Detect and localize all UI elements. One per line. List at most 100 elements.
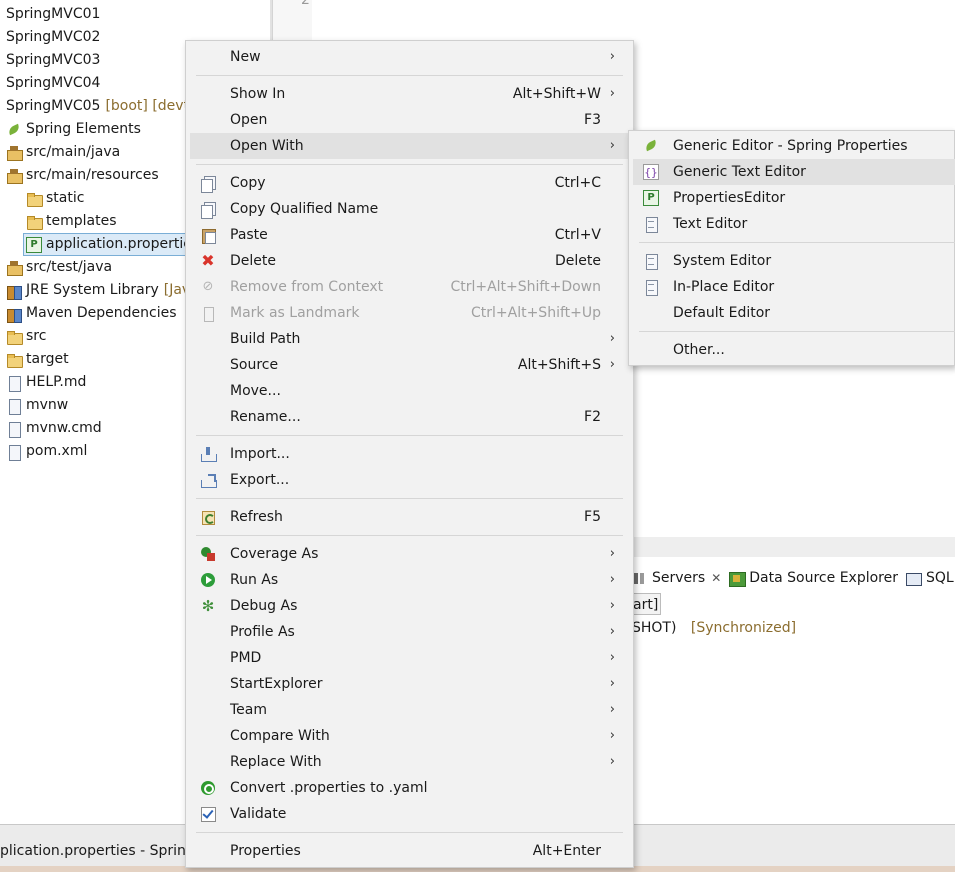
menu-item-rename[interactable]: Rename... F2 (190, 404, 629, 430)
menu-item-move[interactable]: Move... (190, 378, 629, 404)
tree-item-label: Maven Dependencies (26, 305, 177, 321)
tree-item-spring-elements[interactable]: Spring Elements (6, 118, 141, 141)
submenu-item-properties-editor[interactable]: P PropertiesEditor (633, 185, 955, 211)
menu-item-delete[interactable]: ✖ Delete Delete (190, 248, 629, 274)
tab-label: Data Source Explorer (749, 570, 898, 586)
open-with-submenu: Generic Editor - Spring Properties {} Ge… (628, 130, 955, 366)
menu-shortcut: F5 (584, 509, 601, 525)
menu-item-team[interactable]: Team › (190, 697, 629, 723)
menu-item-replace-with[interactable]: Replace With › (190, 749, 629, 775)
tree-item-target[interactable]: target (6, 348, 69, 371)
tab-label: Servers (652, 570, 706, 586)
tree-item-springmvc02[interactable]: SpringMVC02 (6, 26, 100, 49)
tree-item-help-md[interactable]: HELP.md (6, 371, 86, 394)
tree-item-mvnw[interactable]: mvnw (6, 394, 68, 417)
menu-item-open-with[interactable]: Open With › (190, 133, 629, 159)
tab-data-source-explorer[interactable]: Data Source Explorer (729, 570, 898, 587)
tree-item-mvnw-cmd[interactable]: mvnw.cmd (6, 417, 102, 440)
close-icon[interactable]: ✕ (711, 571, 721, 585)
tree-item-label: target (26, 351, 69, 367)
tree-item-templates[interactable]: templates (26, 210, 117, 233)
menu-item-startexplorer[interactable]: StartExplorer › (190, 671, 629, 697)
line-number: 2 (301, 0, 310, 8)
tree-item-static[interactable]: static (26, 187, 84, 210)
menu-item-open[interactable]: Open F3 (190, 107, 629, 133)
menu-item-copy[interactable]: Copy Ctrl+C (190, 170, 629, 196)
menu-item-export[interactable]: Export... (190, 467, 629, 493)
menu-item-refresh[interactable]: Refresh F5 (190, 504, 629, 530)
submenu-arrow-icon: › (609, 728, 615, 743)
tree-item-label: JRE System Library (26, 282, 159, 298)
menu-item-debug-as[interactable]: ✻ Debug As › (190, 593, 629, 619)
submenu-item-system-editor[interactable]: System Editor (633, 248, 955, 274)
submenu-item-text-editor[interactable]: Text Editor (633, 211, 955, 237)
tab-servers[interactable]: Servers ✕ (632, 570, 721, 586)
menu-item-compare-with[interactable]: Compare With › (190, 723, 629, 749)
tree-item-src[interactable]: src (6, 325, 46, 348)
submenu-item-generic-text-editor[interactable]: {} Generic Text Editor (633, 159, 955, 185)
server-module-row[interactable]: SHOT) [Synchronized] (632, 617, 796, 639)
submenu-item-in-place-editor[interactable]: In-Place Editor (633, 274, 955, 300)
editor-line-gutter: 2 (272, 0, 312, 40)
menu-label: Refresh (230, 509, 283, 525)
file-icon (6, 398, 22, 415)
menu-item-pmd[interactable]: PMD › (190, 645, 629, 671)
submenu-arrow-icon: › (609, 624, 615, 639)
menu-shortcut: Alt+Shift+S (517, 357, 601, 373)
menu-label: In-Place Editor (673, 279, 775, 295)
tree-item-jre-system-library[interactable]: JRE System Library [Java (6, 279, 199, 302)
submenu-item-generic-editor-spring-properties[interactable]: Generic Editor - Spring Properties (633, 133, 955, 159)
paste-icon (200, 227, 216, 244)
run-icon (200, 572, 216, 588)
menu-shortcut: F2 (584, 409, 601, 425)
menu-item-mark-as-landmark[interactable]: Mark as Landmark Ctrl+Alt+Shift+Up (190, 300, 629, 326)
tree-item-label: SpringMVC03 (6, 52, 101, 68)
data-source-icon (729, 571, 747, 587)
tree-item-springmvc04[interactable]: SpringMVC04 (6, 72, 100, 95)
server-row[interactable]: art] (630, 593, 662, 615)
menu-label: Convert .properties to .yaml (230, 780, 428, 796)
menu-item-paste[interactable]: Paste Ctrl+V (190, 222, 629, 248)
menu-item-run-as[interactable]: Run As › (190, 567, 629, 593)
menu-shortcut: Ctrl+C (554, 175, 601, 191)
menu-label: Team (230, 702, 268, 718)
tree-item-src-main-java[interactable]: src/main/java (6, 141, 120, 164)
menu-item-remove-from-context[interactable]: ⊘ Remove from Context Ctrl+Alt+Shift+Dow… (190, 274, 629, 300)
menu-item-validate[interactable]: Validate (190, 801, 629, 827)
menu-item-import[interactable]: Import... (190, 441, 629, 467)
menu-item-profile-as[interactable]: Profile As › (190, 619, 629, 645)
spring-leaf-icon (6, 122, 22, 138)
menu-label: Open (230, 112, 268, 128)
folder-icon (26, 191, 43, 207)
tree-item-maven-dependencies[interactable]: Maven Dependencies (6, 302, 177, 325)
menu-item-convert-properties-to-yaml[interactable]: Convert .properties to .yaml (190, 775, 629, 801)
tab-sql[interactable]: SQL (905, 570, 954, 586)
tree-item-pom-xml[interactable]: pom.xml (6, 440, 87, 463)
tree-item-label: src/main/resources (26, 167, 159, 183)
menu-item-copy-qualified-name[interactable]: Copy Qualified Name (190, 196, 629, 222)
library-icon (6, 306, 22, 323)
tree-item-springmvc05[interactable]: SpringMVC05 [boot] [devt (6, 95, 189, 118)
tree-item-src-test-java[interactable]: src/test/java (6, 256, 112, 279)
tree-item-label: application.properties (46, 236, 200, 252)
menu-item-source[interactable]: Source Alt+Shift+S › (190, 352, 629, 378)
menu-label: New (230, 49, 261, 65)
coverage-icon (200, 546, 216, 562)
text-editor-icon (643, 216, 659, 233)
properties-editor-icon: P (643, 190, 659, 206)
submenu-item-default-editor[interactable]: Default Editor (633, 300, 955, 326)
menu-item-properties[interactable]: Properties Alt+Enter (190, 838, 629, 864)
tree-item-springmvc03[interactable]: SpringMVC03 (6, 49, 100, 72)
menu-label: Generic Editor - Spring Properties (673, 138, 908, 154)
tree-item-src-main-resources[interactable]: src/main/resources (6, 164, 159, 187)
file-icon (6, 421, 22, 438)
source-folder-icon (6, 260, 23, 276)
tree-item-springmvc01[interactable]: SpringMVC01 (6, 3, 100, 26)
tree-item-label: static (46, 190, 85, 206)
menu-item-show-in[interactable]: Show In Alt+Shift+W › (190, 81, 629, 107)
menu-item-new[interactable]: New › (190, 44, 629, 70)
sql-icon (905, 571, 922, 586)
menu-item-build-path[interactable]: Build Path › (190, 326, 629, 352)
submenu-item-other[interactable]: Other... (633, 337, 955, 363)
menu-item-coverage-as[interactable]: Coverage As › (190, 541, 629, 567)
